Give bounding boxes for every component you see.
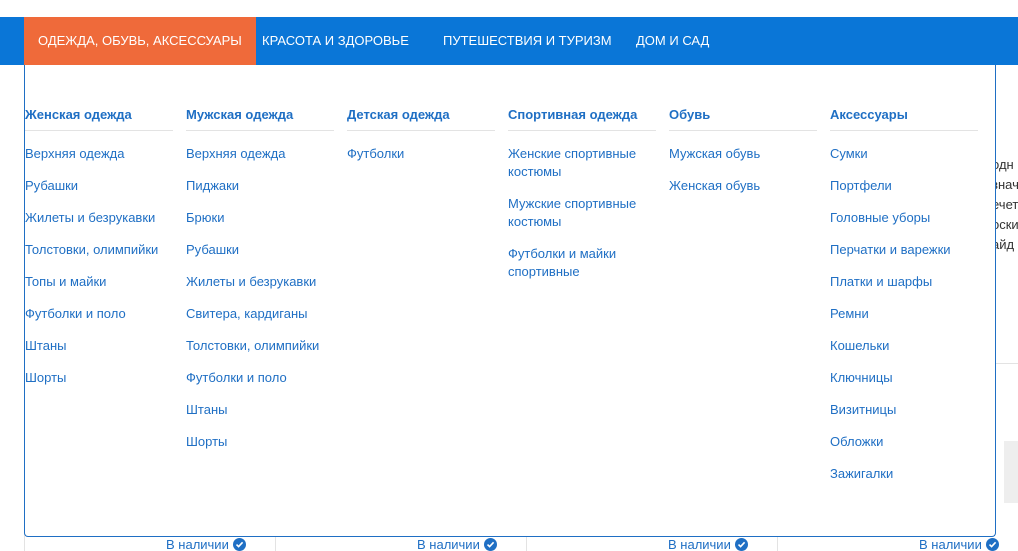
nav-item-travel[interactable]: ПУТЕШЕСТВИЯ И ТУРИЗМ: [429, 17, 626, 65]
in-stock-label: В наличии: [166, 537, 229, 551]
menu-link[interactable]: Футболки: [347, 145, 495, 163]
menu-link[interactable]: Мужская обувь: [669, 145, 817, 163]
menu-column-women: Женская одежда Верхняя одежда Рубашки Жиле…: [25, 107, 173, 401]
menu-column-sport: Спортивная одежда Женские спортивные кос…: [508, 107, 656, 295]
menu-link[interactable]: Верхняя одежда: [186, 145, 334, 163]
menu-link[interactable]: Шорты: [186, 433, 334, 451]
background-divider: [996, 363, 1018, 364]
menu-link[interactable]: Футболки и майки спортивные: [508, 245, 656, 281]
nav-item-beauty[interactable]: КРАСОТА И ЗДОРОВЬЕ: [248, 17, 423, 65]
menu-link[interactable]: Топы и майки: [25, 273, 173, 291]
menu-column-accessories: Аксессуары Сумки Портфели Головные уборы Пе…: [830, 107, 978, 497]
menu-link[interactable]: Штаны: [186, 401, 334, 419]
mega-menu-dropdown: Женская одежда Верхняя одежда Рубашки Жиле…: [24, 65, 996, 537]
column-links: Женские спортивные костюмы Мужские спорти…: [508, 145, 656, 281]
column-links: Сумки Портфели Головные уборы Перчатки и ва…: [830, 145, 978, 483]
menu-link[interactable]: Штаны: [25, 337, 173, 355]
menu-link[interactable]: Рубашки: [186, 241, 334, 259]
check-circle-icon: [483, 538, 497, 551]
menu-link[interactable]: Перчатки и варежки: [830, 241, 978, 259]
category-nav: ОДЕЖДА, ОБУВЬ, АКСЕССУАРЫ КРАСОТА И ЗДОР…: [0, 17, 1018, 65]
column-title[interactable]: Женская одежда: [25, 107, 173, 131]
column-title[interactable]: Спортивная одежда: [508, 107, 656, 131]
menu-link[interactable]: Портфели: [830, 177, 978, 195]
menu-link[interactable]: Обложки: [830, 433, 978, 451]
menu-link[interactable]: Женская обувь: [669, 177, 817, 195]
menu-link[interactable]: Сумки: [830, 145, 978, 163]
menu-column-kids: Детская одежда Футболки: [347, 107, 495, 177]
column-title[interactable]: Обувь: [669, 107, 817, 131]
menu-link[interactable]: Головные уборы: [830, 209, 978, 227]
menu-column-shoes: Обувь Мужская обувь Женская обувь: [669, 107, 817, 209]
menu-link[interactable]: Брюки: [186, 209, 334, 227]
nav-item-home-garden[interactable]: ДОМ И САД: [622, 17, 723, 65]
menu-link[interactable]: Шорты: [25, 369, 173, 387]
menu-link[interactable]: Футболки и поло: [25, 305, 173, 323]
menu-link[interactable]: Толстовки, олимпийки: [25, 241, 173, 259]
menu-link[interactable]: Жилеты и безрукавки: [186, 273, 334, 291]
column-title[interactable]: Аксессуары: [830, 107, 978, 131]
in-stock-label: В наличии: [668, 537, 731, 551]
check-circle-icon: [985, 538, 999, 551]
menu-link[interactable]: Футболки и поло: [186, 369, 334, 387]
menu-link[interactable]: Жилеты и безрукавки: [25, 209, 173, 227]
check-circle-icon: [232, 538, 246, 551]
column-links: Верхняя одежда Рубашки Жилеты и безрукавки…: [25, 145, 173, 387]
in-stock-label: В наличии: [417, 537, 480, 551]
menu-link[interactable]: Кошельки: [830, 337, 978, 355]
in-stock-label: В наличии: [919, 537, 982, 551]
menu-link[interactable]: Платки и шарфы: [830, 273, 978, 291]
in-stock-badge: В наличии: [417, 537, 497, 551]
menu-link[interactable]: Визитницы: [830, 401, 978, 419]
in-stock-badge: В наличии: [668, 537, 748, 551]
column-links: Верхняя одежда Пиджаки Брюки Рубашки Жилеты …: [186, 145, 334, 451]
column-title[interactable]: Детская одежда: [347, 107, 495, 131]
in-stock-badge: В наличии: [919, 537, 999, 551]
column-title[interactable]: Мужская одежда: [186, 107, 334, 131]
menu-link[interactable]: Верхняя одежда: [25, 145, 173, 163]
background-block: [1004, 441, 1018, 503]
nav-item-clothing[interactable]: ОДЕЖДА, ОБУВЬ, АКСЕССУАРЫ: [24, 17, 256, 65]
menu-link[interactable]: Ремни: [830, 305, 978, 323]
column-links: Футболки: [347, 145, 495, 163]
column-links: Мужская обувь Женская обувь: [669, 145, 817, 195]
menu-link[interactable]: Толстовки, олимпийки: [186, 337, 334, 355]
menu-link[interactable]: Свитера, кардиганы: [186, 305, 334, 323]
check-circle-icon: [734, 538, 748, 551]
menu-link[interactable]: Женские спортивные костюмы: [508, 145, 656, 181]
menu-link[interactable]: Зажигалки: [830, 465, 978, 483]
in-stock-badge: В наличии: [166, 537, 246, 551]
menu-link[interactable]: Рубашки: [25, 177, 173, 195]
menu-column-men: Мужская одежда Верхняя одежда Пиджаки Брюк…: [186, 107, 334, 465]
menu-link[interactable]: Ключницы: [830, 369, 978, 387]
menu-link[interactable]: Мужские спортивные костюмы: [508, 195, 656, 231]
menu-link[interactable]: Пиджаки: [186, 177, 334, 195]
